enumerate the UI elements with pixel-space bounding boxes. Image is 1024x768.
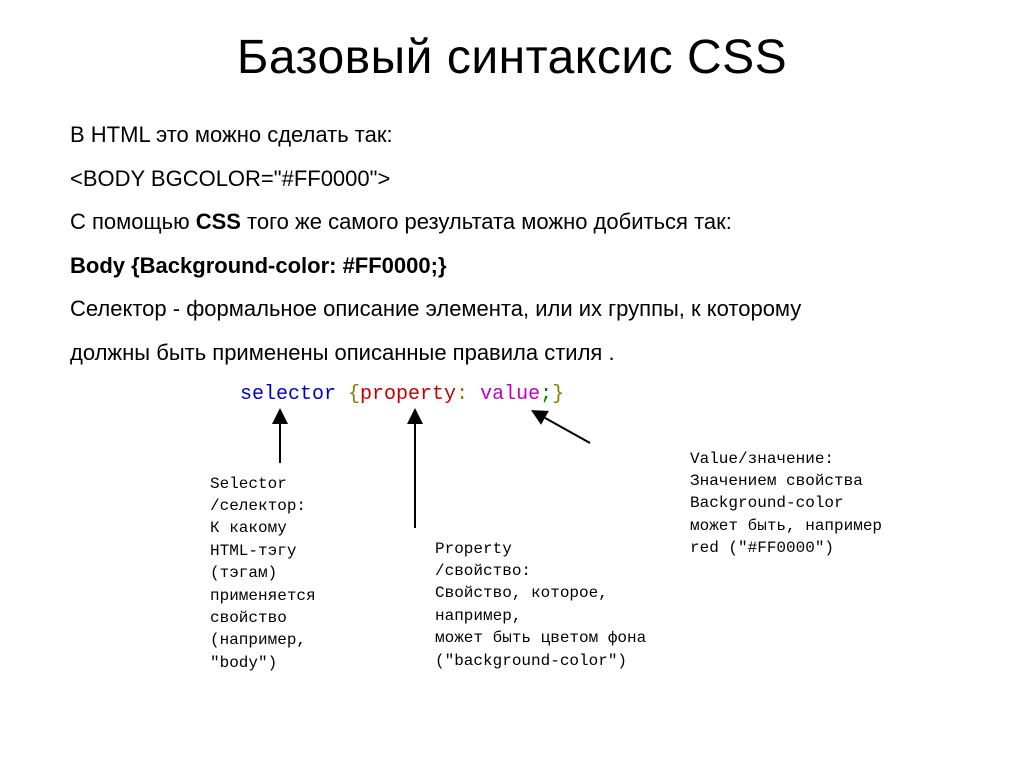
arrow-value-icon: [530, 408, 610, 448]
token-selector: selector: [240, 383, 336, 406]
arrow-property-icon: [400, 408, 430, 533]
token-colon: :: [456, 383, 468, 406]
intro-line-5: Селектор - формальное описание элемента,…: [70, 289, 964, 329]
token-brace-close: }: [552, 383, 564, 406]
intro-line-1: В HTML это можно сделать так:: [70, 115, 964, 155]
intro-line-3-prefix: С помощью: [70, 209, 196, 234]
arrow-selector-icon: [265, 408, 295, 468]
body-text: В HTML это можно сделать так: <BODY BGCO…: [70, 115, 964, 373]
token-brace-open: {: [348, 383, 360, 406]
desc-value: Value/значение: Значением свойства Backg…: [690, 448, 950, 560]
intro-line-3: С помощью CSS того же самого результата …: [70, 202, 964, 242]
intro-line-6: должны быть применены описанные правила …: [70, 333, 964, 373]
slide: Базовый синтаксис CSS В HTML это можно с…: [0, 0, 1024, 768]
intro-line-4: Body {Background-color: #FF0000;}: [70, 246, 964, 286]
desc-property: Property /свойство: Свойство, которое, н…: [435, 538, 680, 672]
syntax-diagram: selector {property: value;} Selector /се…: [210, 383, 964, 713]
slide-title: Базовый синтаксис CSS: [60, 30, 964, 85]
intro-line-2: <BODY BGCOLOR="#FF0000">: [70, 159, 964, 199]
intro-line-3-suffix: того же самого результата можно добиться…: [241, 209, 732, 234]
syntax-line: selector {property: value;}: [240, 383, 564, 406]
desc-selector: Selector /селектор: К какому HTML-тэгу (…: [210, 473, 400, 675]
token-semicolon: ;: [540, 383, 552, 406]
token-value: value: [468, 383, 540, 406]
token-property: property: [360, 383, 456, 406]
intro-line-3-bold: CSS: [196, 209, 241, 234]
